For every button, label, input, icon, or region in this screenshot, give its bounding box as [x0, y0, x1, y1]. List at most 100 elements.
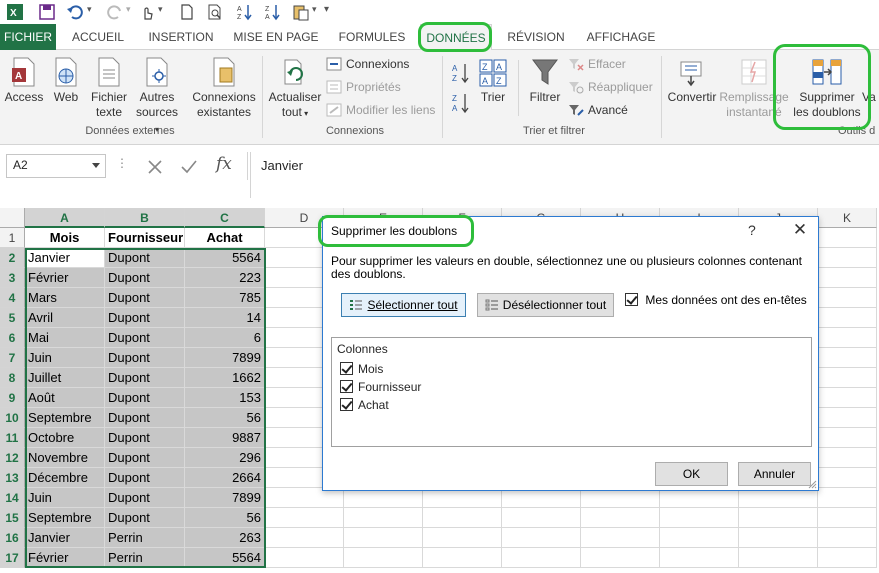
- empty-cell[interactable]: [739, 548, 818, 568]
- tab-insert[interactable]: INSERTION: [142, 24, 220, 50]
- data-cell[interactable]: 785: [185, 288, 265, 308]
- tab-page-layout[interactable]: MISE EN PAGE: [230, 24, 322, 50]
- data-cell[interactable]: Dupont: [105, 248, 185, 268]
- sort-button[interactable]: ZAAZ Trier: [476, 56, 510, 105]
- row-header-16[interactable]: 16: [0, 528, 25, 548]
- empty-cell[interactable]: [660, 548, 739, 568]
- select-all-button[interactable]: Sélectionner tout: [341, 293, 466, 317]
- web-button[interactable]: Web: [48, 56, 84, 105]
- data-cell[interactable]: Juin: [25, 488, 105, 508]
- refresh-all-button[interactable]: Actualiser tout ▾: [266, 56, 324, 121]
- advanced-filter-button[interactable]: Avancé: [568, 100, 628, 120]
- data-cell[interactable]: Décembre: [25, 468, 105, 488]
- column-header-c[interactable]: C: [185, 208, 265, 228]
- empty-cell[interactable]: [344, 528, 423, 548]
- empty-cell[interactable]: [818, 508, 877, 528]
- empty-cell[interactable]: [818, 348, 877, 368]
- checkbox-checked-icon[interactable]: [340, 380, 353, 393]
- row-header-2[interactable]: 2: [0, 248, 25, 268]
- empty-cell[interactable]: [818, 488, 877, 508]
- data-cell[interactable]: 263: [185, 528, 265, 548]
- data-cell[interactable]: Dupont: [105, 268, 185, 288]
- empty-cell[interactable]: [423, 488, 502, 508]
- empty-cell[interactable]: [581, 488, 660, 508]
- row-header-17[interactable]: 17: [0, 548, 25, 568]
- empty-cell[interactable]: [818, 308, 877, 328]
- row-header-11[interactable]: 11: [0, 428, 25, 448]
- row-header-15[interactable]: 15: [0, 508, 25, 528]
- empty-cell[interactable]: [818, 528, 877, 548]
- data-cell[interactable]: Dupont: [105, 448, 185, 468]
- undo-icon[interactable]: [66, 3, 84, 21]
- empty-cell[interactable]: [502, 548, 581, 568]
- header-cell[interactable]: Mois: [25, 228, 105, 248]
- data-cell[interactable]: Dupont: [105, 488, 185, 508]
- tab-formulas[interactable]: FORMULES: [332, 24, 412, 50]
- text-to-columns-button[interactable]: Convertir: [666, 56, 718, 105]
- row-header-10[interactable]: 10: [0, 408, 25, 428]
- empty-cell[interactable]: [818, 228, 877, 248]
- column-header-k[interactable]: K: [818, 208, 877, 228]
- reapply-button[interactable]: Réappliquer: [568, 77, 653, 97]
- empty-cell[interactable]: [423, 548, 502, 568]
- row-header-4[interactable]: 4: [0, 288, 25, 308]
- data-cell[interactable]: 2664: [185, 468, 265, 488]
- data-cell[interactable]: Janvier: [25, 528, 105, 548]
- data-cell[interactable]: Perrin: [105, 548, 185, 568]
- data-cell[interactable]: Dupont: [105, 288, 185, 308]
- data-cell[interactable]: Dupont: [105, 368, 185, 388]
- data-cell[interactable]: Dupont: [105, 328, 185, 348]
- close-icon[interactable]: ✕: [789, 220, 811, 240]
- paste-dropdown-icon[interactable]: ▾: [312, 4, 317, 15]
- tab-home[interactable]: ACCUEIL: [66, 24, 130, 50]
- empty-cell[interactable]: [818, 268, 877, 288]
- has-headers-checkbox[interactable]: Mes données ont des en-têtes: [625, 293, 807, 307]
- row-header-6[interactable]: 6: [0, 328, 25, 348]
- checkbox-checked-icon[interactable]: [340, 362, 353, 375]
- data-cell[interactable]: Dupont: [105, 468, 185, 488]
- data-cell[interactable]: 5564: [185, 548, 265, 568]
- empty-cell[interactable]: [423, 508, 502, 528]
- checkbox-checked-icon[interactable]: [625, 293, 638, 306]
- redo-dropdown-icon[interactable]: ▾: [126, 4, 131, 15]
- empty-cell[interactable]: [502, 528, 581, 548]
- empty-cell[interactable]: [818, 468, 877, 488]
- sort-descending-icon[interactable]: ZA: [264, 3, 282, 21]
- deselect-all-button[interactable]: Désélectionner tout: [477, 293, 614, 317]
- data-cell[interactable]: Mai: [25, 328, 105, 348]
- row-header-5[interactable]: 5: [0, 308, 25, 328]
- enter-check-icon[interactable]: [180, 158, 198, 176]
- data-cell[interactable]: 6: [185, 328, 265, 348]
- text-file-button[interactable]: Fichier texte: [86, 56, 132, 120]
- empty-cell[interactable]: [818, 408, 877, 428]
- touch-mode-icon[interactable]: [138, 3, 156, 21]
- header-cell[interactable]: Fournisseur: [105, 228, 185, 248]
- empty-cell[interactable]: [265, 548, 344, 568]
- column-checkbox-fournisseur[interactable]: Fournisseur: [340, 380, 421, 394]
- data-cell[interactable]: 14: [185, 308, 265, 328]
- data-cell[interactable]: 9887: [185, 428, 265, 448]
- data-cell[interactable]: 5564: [185, 248, 265, 268]
- empty-cell[interactable]: [818, 448, 877, 468]
- cancel-button[interactable]: Annuler: [738, 462, 811, 486]
- empty-cell[interactable]: [265, 508, 344, 528]
- data-cell[interactable]: Perrin: [105, 528, 185, 548]
- empty-cell[interactable]: [502, 508, 581, 528]
- cancel-icon[interactable]: [146, 158, 164, 176]
- row-header-13[interactable]: 13: [0, 468, 25, 488]
- data-cell[interactable]: Avril: [25, 308, 105, 328]
- tab-review[interactable]: RÉVISION: [500, 24, 572, 50]
- data-cell[interactable]: Juin: [25, 348, 105, 368]
- paste-icon[interactable]: [292, 3, 310, 21]
- empty-cell[interactable]: [265, 488, 344, 508]
- data-cell[interactable]: Septembre: [25, 408, 105, 428]
- empty-cell[interactable]: [660, 528, 739, 548]
- active-cell[interactable]: Janvier: [25, 248, 105, 268]
- tab-view[interactable]: AFFICHAGE: [582, 24, 660, 50]
- empty-cell[interactable]: [502, 488, 581, 508]
- data-cell[interactable]: Mars: [25, 288, 105, 308]
- tab-data[interactable]: DONNÉES: [420, 24, 492, 51]
- data-cell[interactable]: Dupont: [105, 348, 185, 368]
- resize-grip-icon[interactable]: [807, 479, 817, 489]
- data-cell[interactable]: Juillet: [25, 368, 105, 388]
